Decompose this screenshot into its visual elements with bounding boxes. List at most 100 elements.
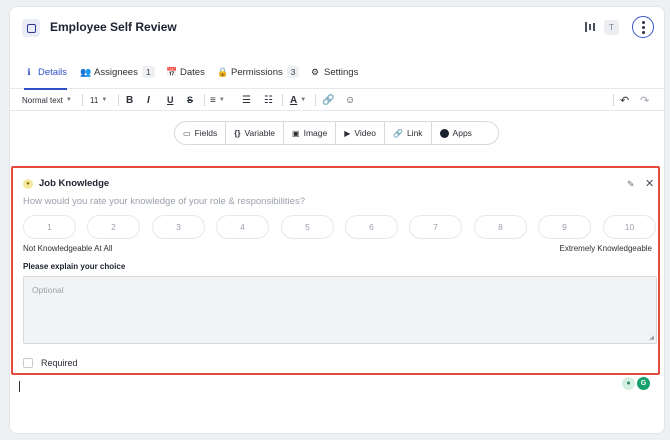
fields-icon: ▭ (183, 128, 191, 138)
document-icon[interactable] (22, 19, 40, 37)
explanation-textarea[interactable]: Optional ◢ (23, 276, 657, 344)
required-toggle[interactable]: Required (23, 358, 78, 368)
insert-fields-button[interactable]: ▭ Fields (175, 122, 227, 144)
required-label: Required (41, 358, 78, 368)
divider (82, 94, 83, 106)
italic-button[interactable]: I (147, 92, 150, 108)
count-badge: 3 (286, 66, 300, 78)
scale-low-label: Not Knowledgeable At All (23, 244, 113, 253)
assistant-widget[interactable]: ● G (622, 377, 654, 391)
redo-icon: ↷ (640, 94, 650, 107)
rating-option-9[interactable]: 9 (538, 215, 591, 239)
italic-icon: I (147, 94, 150, 106)
insert-bar: ▭ Fields {} Variable ▣ Image ▶ Video 🔗 Link A… (174, 121, 499, 145)
gear-icon: ⚙ (310, 66, 320, 77)
lightbulb-icon: ● (23, 178, 33, 189)
tab-bar: ℹ Details 👥 Assignees 1 📅 Dates 🔒 Permis… (10, 55, 664, 90)
grammar-assistant-icon[interactable]: G (637, 377, 650, 390)
insert-label: Variable (244, 128, 276, 138)
insert-video-button[interactable]: ▶ Video (336, 122, 385, 144)
braces-icon: {} (234, 128, 241, 138)
more-options-button[interactable] (632, 16, 654, 38)
text-style-select[interactable]: Normal text ▼ (22, 92, 72, 108)
required-checkbox[interactable] (23, 358, 33, 368)
insert-label: Video (354, 128, 376, 138)
explain-label: Please explain your choice (23, 262, 126, 271)
emoji-button[interactable]: ☺ (345, 92, 355, 108)
smiley-icon: ☺ (345, 94, 356, 106)
strikethrough-button[interactable]: S (187, 92, 193, 108)
link-button[interactable]: 🔗 (322, 92, 334, 108)
tab-settings[interactable]: ⚙ Settings (310, 55, 358, 89)
text-cursor[interactable] (19, 381, 20, 392)
rating-option-4[interactable]: 4 (216, 215, 269, 239)
question-block[interactable]: ● Job Knowledge ✎ ✕ How would you rate y… (11, 166, 660, 375)
info-icon: ℹ (27, 66, 31, 77)
font-size-value: 11 (90, 95, 99, 105)
bars-icon[interactable] (585, 21, 597, 33)
chevron-down-icon: ▼ (101, 97, 108, 103)
textarea-placeholder: Optional (32, 285, 64, 295)
rating-option-2[interactable]: 2 (87, 215, 140, 239)
undo-icon: ↶ (620, 94, 630, 107)
edit-icon[interactable]: ✎ (627, 179, 635, 190)
avatar[interactable]: T (604, 20, 619, 35)
editor-card: Employee Self Review T ℹ Details 👥 Assig… (9, 6, 665, 434)
insert-image-button[interactable]: ▣ Image (284, 122, 337, 144)
bold-button[interactable]: B (126, 92, 133, 108)
question-title-text: Job Knowledge (39, 178, 110, 189)
lock-icon: 🔒 (217, 66, 229, 77)
rating-option-5[interactable]: 5 (281, 215, 334, 239)
numbered-list-button[interactable]: ☷ (264, 92, 273, 108)
insert-label: Apps (452, 128, 472, 138)
close-icon[interactable]: ✕ (645, 177, 654, 190)
lightbulb-icon[interactable]: ● (622, 377, 635, 390)
text-color-button[interactable]: A ▼ (290, 92, 306, 108)
align-left-icon: ≡ (210, 94, 216, 106)
rating-option-3[interactable]: 3 (152, 215, 205, 239)
tab-label: Assignees (94, 66, 138, 78)
play-icon: ▶ (344, 128, 351, 138)
insert-link-button[interactable]: 🔗 Link (385, 122, 432, 144)
link-icon: 🔗 (322, 94, 335, 106)
image-icon: ▣ (292, 128, 300, 138)
tab-permissions[interactable]: 🔒 Permissions 3 (217, 55, 300, 89)
tab-details[interactable]: ℹ Details (24, 55, 68, 90)
tab-label: Details (38, 66, 68, 78)
numbered-list-icon: ☷ (264, 94, 273, 106)
redo-button[interactable]: ↷ (640, 92, 649, 108)
link-icon: 🔗 (392, 128, 403, 138)
insert-apps-button[interactable]: Apps (432, 122, 480, 144)
question-title: ● Job Knowledge (23, 178, 109, 189)
resize-handle-icon[interactable]: ◢ (649, 334, 654, 341)
rating-option-10[interactable]: 10 (603, 215, 656, 239)
rating-option-8[interactable]: 8 (474, 215, 527, 239)
rating-option-7[interactable]: 7 (409, 215, 462, 239)
undo-button[interactable]: ↶ (620, 92, 629, 108)
tab-dates[interactable]: 📅 Dates (166, 55, 205, 89)
align-button[interactable]: ≡ ▼ (210, 92, 225, 108)
underline-icon: U (167, 95, 174, 105)
tab-assignees[interactable]: 👥 Assignees 1 (80, 55, 155, 89)
text-style-value: Normal text (22, 95, 63, 105)
bullet-list-button[interactable]: ☰ (242, 92, 251, 108)
insert-variable-button[interactable]: {} Variable (226, 122, 285, 144)
count-badge: 1 (141, 66, 155, 78)
question-subtitle: How would you rate your knowledge of you… (23, 196, 305, 207)
divider (118, 94, 119, 106)
insert-label: Fields (194, 128, 218, 138)
divider (613, 94, 614, 106)
underline-button[interactable]: U (167, 92, 174, 108)
formatting-toolbar: Normal text ▼ 11 ▼ B I U S ≡ ▼ ☰ ☷ A ▼ 🔗 ☺… (10, 89, 664, 111)
tab-label: Permissions (231, 66, 283, 78)
tab-label: Dates (180, 66, 205, 78)
apps-icon (439, 128, 449, 138)
chevron-down-icon: ▼ (218, 97, 225, 103)
insert-label: Link (406, 128, 423, 138)
rating-option-6[interactable]: 6 (345, 215, 398, 239)
font-size-select[interactable]: 11 ▼ (90, 92, 107, 108)
divider (282, 94, 283, 106)
rating-scale: 1 2 3 4 5 6 7 8 9 10 (23, 215, 657, 239)
divider (204, 94, 205, 106)
rating-option-1[interactable]: 1 (23, 215, 76, 239)
